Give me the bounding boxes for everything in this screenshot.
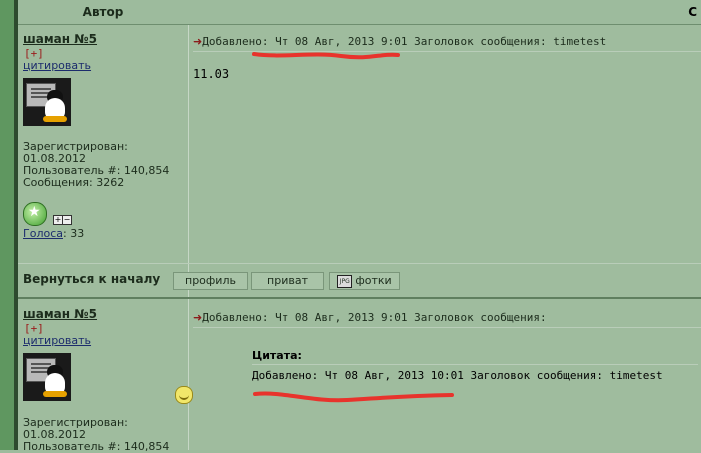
avatar xyxy=(23,353,71,401)
registered-date: Зарегистрирован: 01.08.2012 xyxy=(23,140,128,165)
profile-button[interactable]: профиль xyxy=(173,272,248,290)
message-column-header: С xyxy=(688,5,697,19)
message-header-text: Добавлено: Чт 08 Авг, 2013 9:01 Заголово… xyxy=(202,35,607,48)
forum-table: Автор С шаман №5 [+] цитировать Зарегист… xyxy=(18,0,701,453)
red-scribble xyxy=(252,52,400,60)
private-message-button[interactable]: приват xyxy=(251,272,324,290)
rank-star-icon xyxy=(23,202,47,226)
username-link[interactable]: шаман №5 xyxy=(23,307,97,321)
votes-link[interactable]: Голоса xyxy=(23,227,63,240)
jpg-icon: JPG xyxy=(337,274,353,288)
smiley-icon xyxy=(175,386,193,404)
photos-label: фотки xyxy=(355,274,392,287)
post-footer: Вернуться к началу профиль приват JPG фот… xyxy=(18,263,701,296)
message-count: Сообщения: 3262 xyxy=(23,176,125,189)
red-scribble xyxy=(253,391,454,403)
post-arrow-icon[interactable]: ➜ xyxy=(193,35,202,48)
message-header: ➜Добавлено: Чт 08 Авг, 2013 9:01 Заголов… xyxy=(193,311,547,324)
vote-minus-icon[interactable]: − xyxy=(62,215,72,225)
section-divider xyxy=(18,297,701,299)
message-body: 11.03 xyxy=(193,67,230,81)
quote-link[interactable]: цитировать xyxy=(23,334,91,347)
author-column-header: Автор xyxy=(82,5,124,19)
table-header: Автор С xyxy=(18,0,701,25)
photos-button[interactable]: JPG фотки xyxy=(329,272,400,290)
votes-count: : 33 xyxy=(63,227,85,240)
column-divider xyxy=(188,0,189,450)
message-divider xyxy=(193,327,701,328)
message-header-text: Добавлено: Чт 08 Авг, 2013 9:01 Заголово… xyxy=(202,311,547,324)
back-to-top-link[interactable]: Вернуться к началу xyxy=(23,272,160,286)
left-border xyxy=(0,0,14,450)
user-number: Пользователь #: 140,854 xyxy=(23,440,170,453)
message-header: ➜Добавлено: Чт 08 Авг, 2013 9:01 Заголов… xyxy=(193,35,606,48)
avatar xyxy=(23,78,71,126)
quote-text: Добавлено: Чт 08 Авг, 2013 10:01 Заголов… xyxy=(252,369,663,382)
post-arrow-icon[interactable]: ➜ xyxy=(193,311,202,324)
registered-date: Зарегистрирован: 01.08.2012 xyxy=(23,416,128,441)
quote-divider xyxy=(252,364,698,365)
quote-title: Цитата: xyxy=(252,349,302,362)
quote-link[interactable]: цитировать xyxy=(23,59,91,72)
votes: Голоса: 33 xyxy=(23,227,84,240)
username-link[interactable]: шаман №5 xyxy=(23,32,97,46)
